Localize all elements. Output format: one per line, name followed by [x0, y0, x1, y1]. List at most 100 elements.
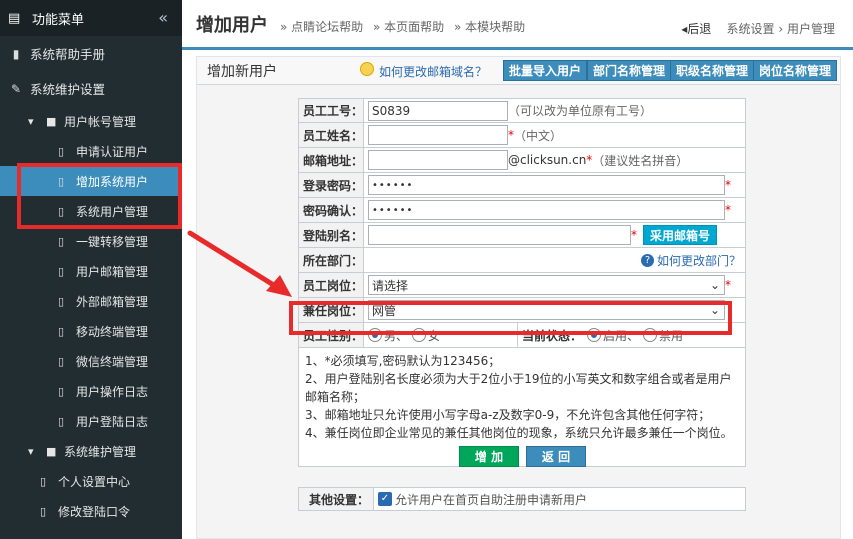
sidebar-item-label: 用户登陆日志: [76, 414, 149, 429]
sidebar: ▤ 功能菜单 « ▮ 系统帮助手册 ✎ 系统维护设置 ▾ ■ 用户帐号管理 ▯ 申…: [0, 0, 182, 539]
self-register-checkbox[interactable]: ✓: [378, 492, 392, 506]
form-row-department: 所在部门： ? 如何更改部门？: [298, 248, 746, 273]
field-label: 所在部门：: [299, 248, 364, 272]
sidebar-item-system-settings[interactable]: ✎ 系统维护设置: [0, 71, 182, 106]
other-settings: 其他设置： ✓ 允许用户在首页自助注册申请新用户: [298, 487, 746, 511]
sidebar-item-external-mail[interactable]: ▯ 外部邮箱管理: [0, 286, 182, 316]
sidebar-group-system-maintenance[interactable]: ▾ ■ 系统维护管理: [0, 436, 182, 466]
sidebar-item-transfer[interactable]: ▯ 一键转移管理: [0, 226, 182, 256]
sidebar-item-mobile[interactable]: ▯ 移动终端管理: [0, 316, 182, 346]
annotation-highlight-sidebar: [17, 163, 182, 229]
page-help-link[interactable]: » 本页面帮助: [373, 20, 444, 34]
document-icon: ▯: [58, 324, 65, 338]
form-row-alias: 登陆别名： * 采用邮箱号: [298, 223, 746, 248]
forum-help-link[interactable]: » 点睛论坛帮助: [280, 20, 363, 34]
form-row-emp-id: 员工工号： S0839 （可以改为单位原有工号）: [298, 98, 746, 123]
document-icon: ▯: [58, 414, 65, 428]
sidebar-item-label: 一键转移管理: [76, 234, 149, 249]
employee-id-input[interactable]: S0839: [368, 100, 508, 121]
chevron-down-icon: ⌄: [709, 278, 720, 292]
email-input[interactable]: [368, 150, 508, 170]
position-select-value: 请选择: [372, 278, 409, 293]
lightbulb-icon: [360, 62, 374, 76]
required-mark: *: [725, 278, 731, 292]
back-link[interactable]: ◂后退: [681, 22, 711, 36]
breadcrumb-settings[interactable]: 系统设置: [727, 22, 775, 36]
field-hint: （中文）: [514, 128, 563, 143]
sidebar-item-wechat[interactable]: ▯ 微信终端管理: [0, 346, 182, 376]
sidebar-item-login-log[interactable]: ▯ 用户登陆日志: [0, 406, 182, 436]
form-notes: 1、*必须填写,密码默认为123456； 2、用户登陆别名长度必须为大于2位小于…: [298, 348, 746, 467]
sidebar-item-label: 个人设置中心: [58, 474, 131, 489]
caret-down-icon: ▾: [28, 444, 34, 458]
rank-names-button[interactable]: 职级名称管理: [670, 60, 755, 81]
password-input[interactable]: ••••••: [368, 175, 725, 195]
alias-input[interactable]: [368, 225, 631, 245]
field-label: 邮箱地址：: [299, 148, 364, 172]
form-row-name: 员工姓名： * （中文）: [298, 123, 746, 148]
required-mark: *: [725, 178, 731, 192]
sidebar-item-op-log[interactable]: ▯ 用户操作日志: [0, 376, 182, 406]
sidebar-item-mailbox[interactable]: ▯ 用户邮箱管理: [0, 256, 182, 286]
sidebar-item-apply-auth[interactable]: ▯ 申请认证用户: [0, 136, 182, 166]
note-line: 1、*必须填写,密码默认为123456；: [305, 354, 501, 368]
field-label: 登录密码：: [299, 173, 364, 197]
document-icon: ▯: [58, 144, 65, 158]
note-line: 2、用户登陆别名长度必须为大于2位小于19位的小写英文和数字组合或者是用户邮箱名…: [305, 372, 732, 404]
document-icon: ▯: [40, 504, 47, 518]
field-label: 员工岗位：: [299, 273, 364, 297]
note-line: 3、邮箱地址只允许使用小写字母a-z及数字0-9，不允许包含其他任何字符；: [305, 408, 711, 422]
field-label: 员工工号：: [299, 99, 364, 122]
annotation-highlight-field: [289, 301, 732, 335]
back-button[interactable]: 返 回: [526, 446, 586, 467]
sidebar-item-label: 移动终端管理: [76, 324, 149, 339]
bulk-import-button[interactable]: 批量导入用户: [503, 60, 588, 81]
position-select[interactable]: 请选择 ⌄: [368, 275, 725, 295]
department-names-button[interactable]: 部门名称管理: [587, 60, 672, 81]
sidebar-item-label: 微信终端管理: [76, 354, 149, 369]
field-hint: （可以改为单位原有工号）: [508, 104, 653, 118]
help-icon: ?: [640, 253, 654, 267]
wrench-icon: ✎: [10, 81, 22, 96]
sidebar-header: ▤ 功能菜单 «: [0, 0, 182, 36]
sidebar-title: 功能菜单: [32, 12, 85, 28]
employee-name-input[interactable]: [368, 125, 508, 145]
folder-icon: ■: [46, 114, 57, 128]
document-icon: ▯: [58, 384, 65, 398]
document-icon: ▯: [58, 234, 65, 248]
sidebar-item-help-manual[interactable]: ▮ 系统帮助手册: [0, 36, 182, 71]
breadcrumb-separator: ›: [778, 22, 784, 36]
back-label: 后退: [687, 22, 712, 36]
position-names-button[interactable]: 岗位名称管理: [753, 60, 838, 81]
document-icon: ▯: [40, 474, 47, 488]
field-label: 登陆别名：: [299, 223, 364, 247]
book-icon: ▮: [12, 46, 20, 61]
field-label: 密码确认：: [299, 198, 364, 222]
change-domain-link[interactable]: 如何更改邮箱域名？: [379, 63, 487, 80]
field-label: 员工姓名：: [299, 123, 364, 147]
change-department-link[interactable]: 如何更改部门？: [657, 252, 741, 269]
page-title: 增加用户: [196, 15, 268, 36]
sidebar-item-label: 系统帮助手册: [30, 47, 106, 62]
sidebar-group-label: 系统维护管理: [64, 444, 137, 459]
required-mark: *: [725, 203, 731, 217]
form-row-password: 登录密码： •••••• *: [298, 173, 746, 198]
document-icon: ▯: [58, 354, 65, 368]
sidebar-item-change-password[interactable]: ▯ 修改登陆口令: [0, 496, 182, 526]
field-label: 其他设置：: [299, 488, 374, 510]
collapse-icon[interactable]: «: [158, 8, 168, 27]
email-domain: @clicksun.cn: [508, 153, 587, 167]
sidebar-group-user-accounts[interactable]: ▾ ■ 用户帐号管理: [0, 106, 182, 136]
use-email-button[interactable]: 采用邮箱号: [643, 225, 718, 245]
sidebar-item-personal-settings[interactable]: ▯ 个人设置中心: [0, 466, 182, 496]
required-mark: *: [631, 228, 637, 242]
form-row-password-confirm: 密码确认： •••••• *: [298, 198, 746, 223]
sidebar-item-label: 修改登陆口令: [58, 504, 131, 519]
document-icon: ▯: [58, 264, 65, 278]
sidebar-item-label: 申请认证用户: [76, 144, 149, 159]
field-hint: （建议姓名拼音）: [592, 153, 689, 168]
module-help-link[interactable]: » 本模块帮助: [454, 20, 525, 34]
add-button[interactable]: 增 加: [459, 446, 519, 467]
self-register-label: 允许用户在首页自助注册申请新用户: [395, 492, 588, 507]
password-confirm-input[interactable]: ••••••: [368, 200, 725, 220]
